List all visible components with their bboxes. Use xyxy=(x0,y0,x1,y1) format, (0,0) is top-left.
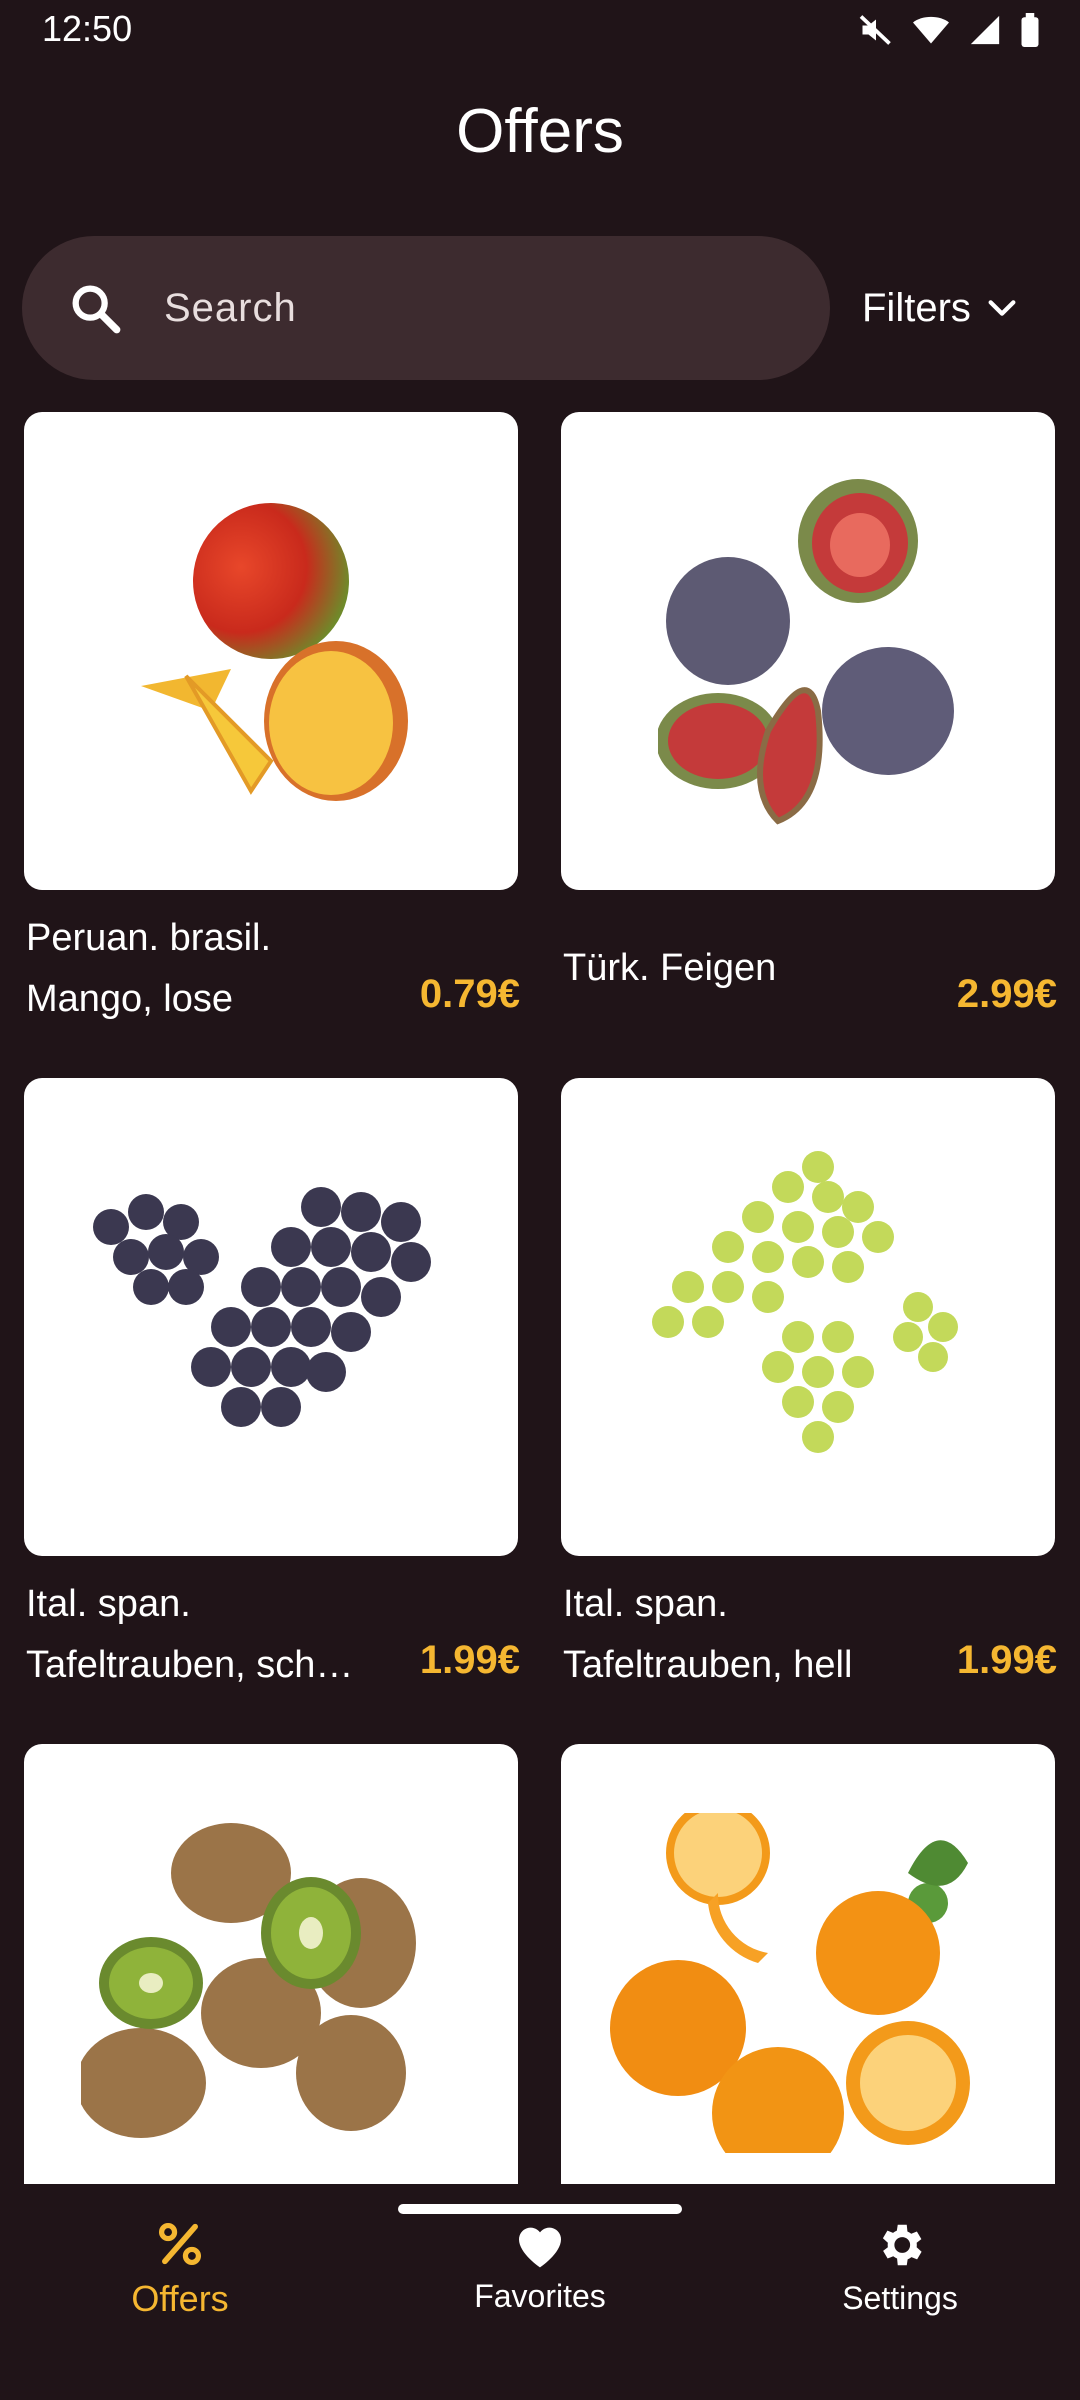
filters-button[interactable]: Filters xyxy=(862,270,1019,346)
product-price: 0.79€ xyxy=(419,972,520,1016)
home-indicator[interactable] xyxy=(398,2204,682,2214)
nav-label-settings: Settings xyxy=(842,2280,958,2316)
nav-item-offers[interactable]: Offers xyxy=(0,2204,360,2344)
product-image-dark-grapes xyxy=(24,1078,518,1556)
product-grid[interactable]: Peruan. brasil. Mango, lose 0.79€ Türk. … xyxy=(0,412,1080,2184)
product-card[interactable]: Ital. span. Tafeltrauben, sch… 1.99€ xyxy=(24,1078,520,1706)
product-card[interactable] xyxy=(561,1744,1057,2184)
product-info: Türk. Feigen 2.99€ xyxy=(561,890,1057,1040)
product-name-line1: Peruan. brasil. xyxy=(26,917,272,959)
product-name-line1: Ital. span. xyxy=(26,1583,191,1625)
product-card[interactable] xyxy=(24,1744,520,2184)
product-name-line2: Tafeltrauben, hell xyxy=(563,1644,853,1686)
product-card[interactable]: Ital. span. Tafeltrauben, hell 1.99€ xyxy=(561,1078,1057,1706)
product-info: Peruan. brasil. Mango, lose 0.79€ xyxy=(24,890,520,1040)
status-icons xyxy=(858,12,1040,48)
mute-icon xyxy=(859,15,891,45)
status-bar: 12:50 xyxy=(0,0,1080,64)
filters-label: Filters xyxy=(862,285,971,330)
wifi-icon xyxy=(913,16,949,44)
bottom-nav: Offers Favorites Settings xyxy=(0,2184,1080,2400)
product-name: Ital. span. Tafeltrauben, hell xyxy=(563,1574,943,1696)
nav-label-favorites: Favorites xyxy=(474,2278,606,2314)
nav-label-offers: Offers xyxy=(131,2278,229,2319)
product-image-mango xyxy=(24,412,518,890)
chevron-down-icon xyxy=(988,300,1016,316)
status-time: 12:50 xyxy=(42,8,133,49)
product-price: 1.99€ xyxy=(419,1638,520,1682)
search-icon xyxy=(72,285,121,334)
gear-icon xyxy=(882,2224,922,2266)
product-name: Türk. Feigen xyxy=(563,938,943,999)
product-image-kiwis xyxy=(24,1744,518,2184)
product-name: Peruan. brasil. Mango, lose xyxy=(26,908,406,1030)
page-title: Offers xyxy=(456,97,624,166)
product-name-line2: Mango, lose xyxy=(26,978,234,1020)
product-price: 1.99€ xyxy=(956,1638,1057,1682)
product-info: Ital. span. Tafeltrauben, hell 1.99€ xyxy=(561,1556,1057,1706)
product-card[interactable]: Türk. Feigen 2.99€ xyxy=(561,412,1057,1040)
product-image-oranges xyxy=(561,1744,1055,2184)
product-name-line1: Türk. Feigen xyxy=(563,947,777,989)
search-input[interactable]: Search xyxy=(22,236,830,380)
nav-item-settings[interactable]: Settings xyxy=(720,2204,1080,2344)
signal-icon xyxy=(970,15,1000,45)
percent-icon xyxy=(158,2222,202,2266)
battery-icon xyxy=(1021,13,1039,47)
product-card[interactable]: Peruan. brasil. Mango, lose 0.79€ xyxy=(24,412,520,1040)
nav-item-favorites[interactable]: Favorites xyxy=(360,2204,720,2344)
heart-icon xyxy=(519,2227,561,2268)
product-name-line2: Tafeltrauben, sch… xyxy=(26,1644,354,1686)
search-placeholder: Search xyxy=(164,285,297,330)
product-image-green-grapes xyxy=(561,1078,1055,1556)
product-name: Ital. span. Tafeltrauben, sch… xyxy=(26,1574,406,1696)
product-info: Ital. span. Tafeltrauben, sch… 1.99€ xyxy=(24,1556,520,1706)
product-name-line1: Ital. span. xyxy=(563,1583,728,1625)
product-image-figs xyxy=(561,412,1055,890)
product-price: 2.99€ xyxy=(956,972,1057,1016)
